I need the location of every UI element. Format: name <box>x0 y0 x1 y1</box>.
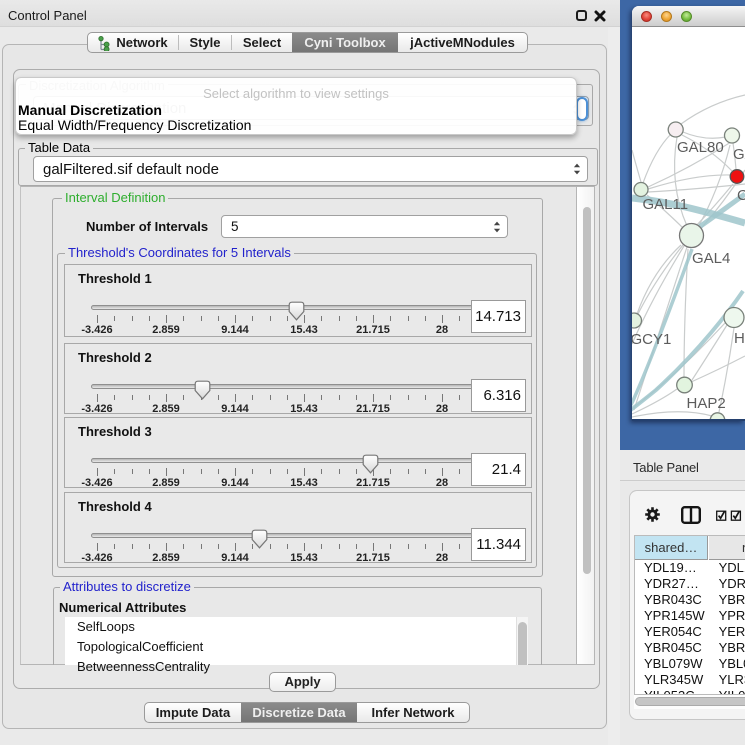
svg-text:GCY1: GCY1 <box>632 331 671 348</box>
svg-text:GAL80: GAL80 <box>677 139 724 156</box>
svg-text:HAP2: HAP2 <box>687 395 726 412</box>
svg-text:C: C <box>737 187 745 204</box>
svg-text:GAL4: GAL4 <box>692 250 730 267</box>
svg-text:GAL11: GAL11 <box>643 196 689 213</box>
svg-text:GA: GA <box>733 146 745 163</box>
svg-text:H: H <box>734 330 745 347</box>
